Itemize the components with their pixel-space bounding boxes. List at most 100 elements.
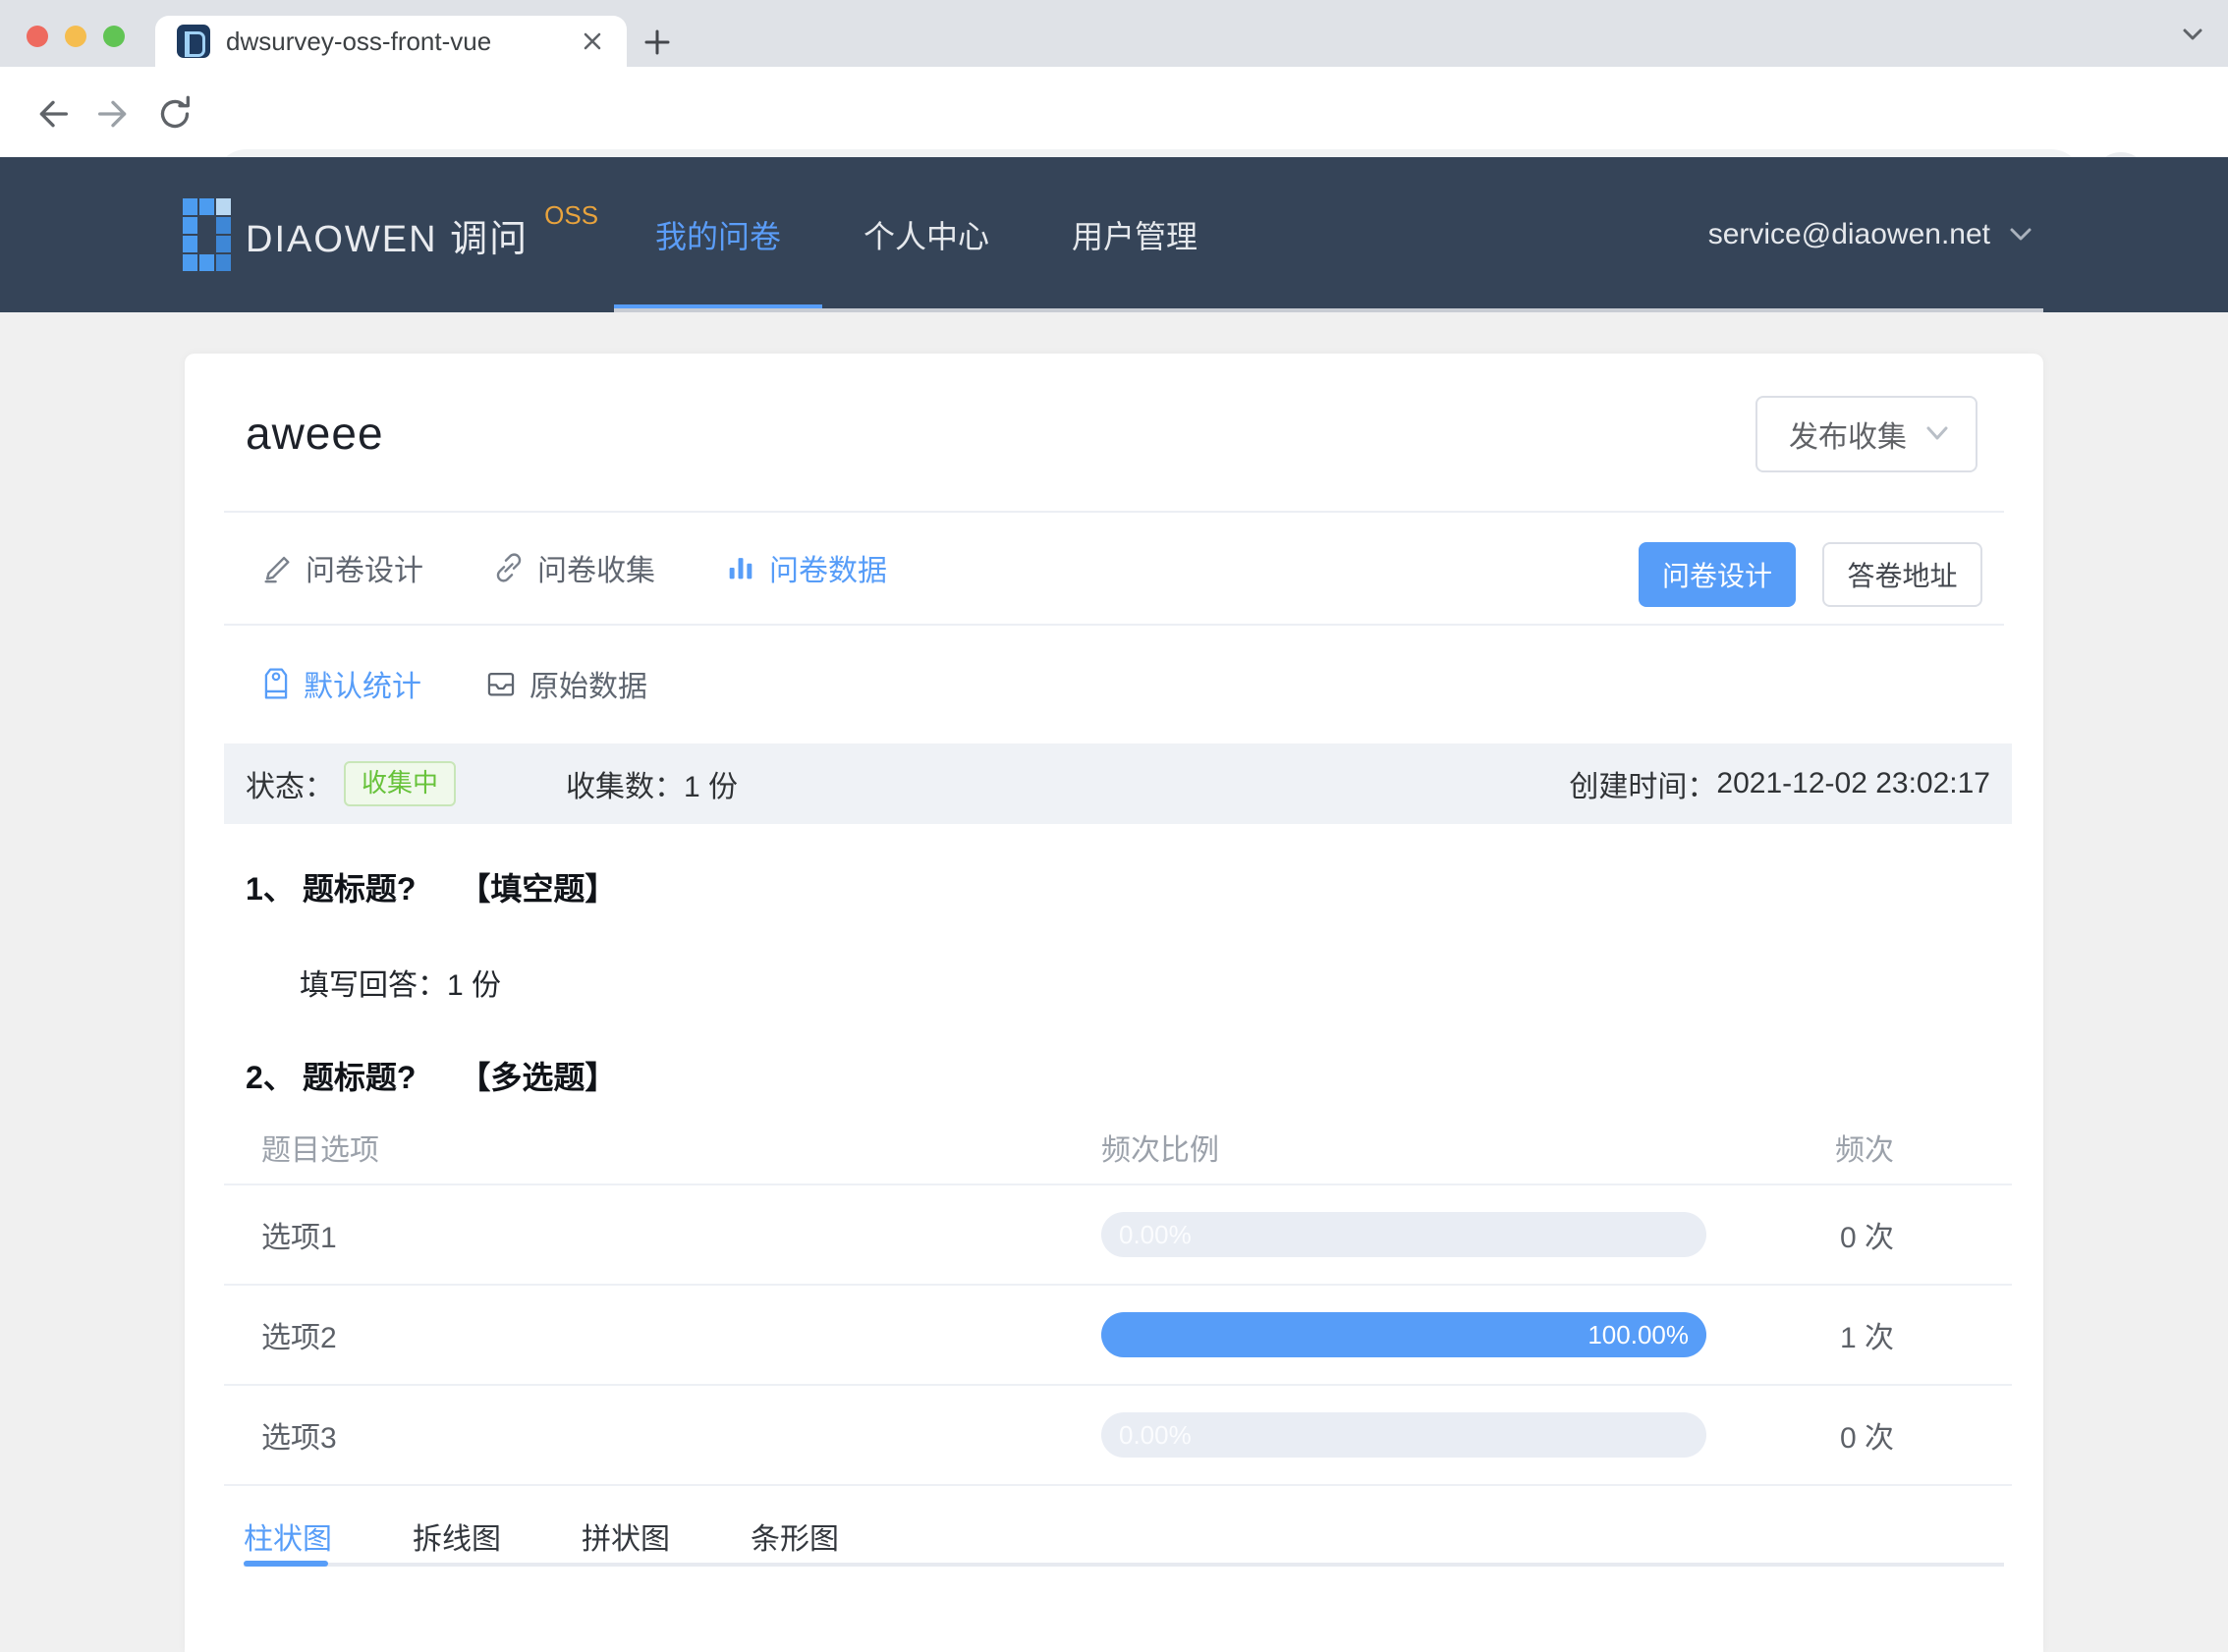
progress-fill: 100.00% [1101, 1312, 1706, 1357]
collect-count-value: 1 份 [684, 771, 739, 803]
chart-tabs-track [244, 1563, 2004, 1567]
ratio-cell: 0.00% [1101, 1412, 1706, 1458]
tab-survey-design[interactable]: 问卷设计 [260, 546, 423, 589]
inbox-icon [487, 672, 515, 696]
header-option: 题目选项 [261, 1133, 379, 1167]
minimize-window-button[interactable] [65, 26, 86, 47]
close-window-button[interactable] [27, 26, 48, 47]
header-freq: 频次 [1835, 1133, 1894, 1167]
new-tab-button[interactable] [641, 26, 674, 59]
table-row: 选项3 0.00% 0 次 [224, 1386, 2012, 1486]
status-bar: 状态： 收集中 收集数： 1 份 创建时间： 2021-12-02 23:02:… [224, 743, 2012, 824]
progress-label: 0.00% [1119, 1219, 1192, 1249]
brand-logo [183, 198, 231, 271]
edit-pencil-icon [264, 556, 290, 582]
button-label: 问卷设计 [1661, 561, 1772, 591]
button-label: 答卷地址 [1847, 561, 1958, 591]
nav-item-my-surveys[interactable]: 我的问卷 [614, 157, 823, 312]
option-label: 选项3 [261, 1422, 337, 1455]
tab-label: 问卷收集 [537, 554, 655, 587]
freq-value: 1 次 [1839, 1322, 1894, 1354]
subtab-label: 默认统计 [304, 671, 421, 703]
tab-survey-data[interactable]: 问卷数据 [724, 546, 887, 589]
question-1-answer: 填写回答：1 份 [300, 961, 501, 1004]
tab-label: 问卷数据 [769, 554, 887, 587]
reload-icon[interactable] [155, 94, 195, 134]
option-stats-table: 题目选项 频次比例 频次 选项1 0.00% 0 次 选项2 100.00% 1… [224, 1110, 2012, 1486]
account-dropdown[interactable]: service@diaowen.net [1708, 157, 2035, 312]
answer-label: 填写回答： [300, 969, 447, 1002]
brand-badge: OSS [544, 199, 599, 230]
progress-fill: 0.00% [1101, 1212, 1706, 1257]
table-row: 选项2 100.00% 1 次 [224, 1286, 2012, 1386]
chart-tab-line[interactable]: 拆线图 [413, 1514, 501, 1558]
forward-icon[interactable] [93, 94, 133, 134]
nav-label: 我的问卷 [655, 219, 782, 254]
table-header-row: 题目选项 频次比例 频次 [224, 1110, 2012, 1185]
browser-tab-strip: dwsurvey-oss-front-vue [0, 0, 2228, 67]
header-ratio: 频次比例 [1101, 1133, 1219, 1167]
nav-label: 用户管理 [1072, 219, 1198, 254]
account-email: service@diaowen.net [1707, 218, 1990, 250]
nav-item-user-management[interactable]: 用户管理 [1030, 157, 1239, 312]
chart-tab-bar[interactable]: 柱状图 [244, 1514, 332, 1558]
ratio-cell: 100.00% [1101, 1312, 1706, 1357]
survey-title: aweee [246, 408, 384, 459]
chevron-down-icon [2010, 228, 2032, 241]
browser-url-bar: localhost:8083/#/dw/survey/d/chart/c98fa… [0, 67, 2228, 212]
ratio-cell: 0.00% [1101, 1212, 1706, 1257]
subtab-label: 原始数据 [529, 671, 647, 703]
progress-bar: 0.00% [1101, 1412, 1706, 1458]
tag-icon [264, 668, 288, 699]
tab-search-chevron-icon[interactable] [2179, 24, 2206, 45]
survey-design-button[interactable]: 问卷设计 [1639, 542, 1796, 607]
freq-value: 0 次 [1839, 1422, 1894, 1455]
brand-name: DIAOWEN 调问 [246, 218, 529, 260]
question-number: 1、 [246, 871, 295, 907]
link-icon [496, 552, 522, 582]
question-1-title: 1、 题标题? 【填空题】 [246, 864, 616, 909]
collect-count-label: 收集数： [566, 771, 685, 803]
question-text: 题标题? [302, 1060, 417, 1095]
question-2-title: 2、 题标题? 【多选题】 [246, 1053, 616, 1098]
option-label: 选项2 [261, 1322, 337, 1354]
chart-tab-hbar[interactable]: 条形图 [751, 1514, 839, 1558]
table-row: 选项1 0.00% 0 次 [224, 1185, 2012, 1286]
tab-label: 问卷设计 [306, 554, 423, 587]
question-type: 【多选题】 [459, 1060, 617, 1095]
question-text: 题标题? [302, 871, 417, 907]
nav-label: 个人中心 [863, 219, 990, 254]
tab-title: dwsurvey-oss-front-vue [226, 26, 492, 56]
chevron-down-icon [1926, 426, 1948, 440]
stats-subtabs: 默认统计 原始数据 [260, 624, 647, 743]
tab-survey-collect[interactable]: 问卷收集 [492, 546, 655, 589]
status-label: 状态： [246, 771, 334, 803]
answer-value: 1 份 [447, 969, 502, 1002]
created-time-value: 2021-12-02 23:02:17 [1716, 767, 1990, 799]
status-badge: 收集中 [344, 761, 457, 806]
app-header: DIAOWEN 调问 OSS 我的问卷 个人中心 用户管理 service@di… [0, 157, 2228, 312]
progress-bar: 0.00% [1101, 1212, 1706, 1257]
survey-card: aweee 发布收集 问卷设计 问卷收集 问卷数据 问卷设计 答卷地址 默认统计… [185, 354, 2043, 1652]
question-number: 2、 [246, 1060, 295, 1095]
subtab-default-stats[interactable]: 默认统计 [260, 662, 421, 705]
tab-close-icon[interactable] [580, 28, 605, 54]
back-icon[interactable] [33, 94, 73, 134]
publish-select-value: 发布收集 [1789, 421, 1907, 454]
option-label: 选项1 [261, 1222, 337, 1254]
browser-tab[interactable]: dwsurvey-oss-front-vue [155, 16, 627, 67]
freq-value: 0 次 [1839, 1222, 1894, 1254]
brand: DIAOWEN 调问 OSS [246, 157, 598, 312]
progress-bar: 100.00% [1101, 1312, 1706, 1357]
chart-tab-pie[interactable]: 拼状图 [582, 1514, 670, 1558]
zoom-window-button[interactable] [103, 26, 125, 47]
nav-item-personal-center[interactable]: 个人中心 [822, 157, 1030, 312]
subtab-raw-data[interactable]: 原始数据 [484, 662, 647, 705]
answer-url-button[interactable]: 答卷地址 [1822, 542, 1982, 607]
publish-collect-select[interactable]: 发布收集 [1755, 396, 1977, 472]
favicon [177, 25, 210, 58]
created-time-label: 创建时间： [1569, 771, 1717, 803]
window-controls [0, 0, 147, 67]
progress-label: 100.00% [1587, 1319, 1689, 1349]
progress-label: 0.00% [1119, 1419, 1192, 1450]
